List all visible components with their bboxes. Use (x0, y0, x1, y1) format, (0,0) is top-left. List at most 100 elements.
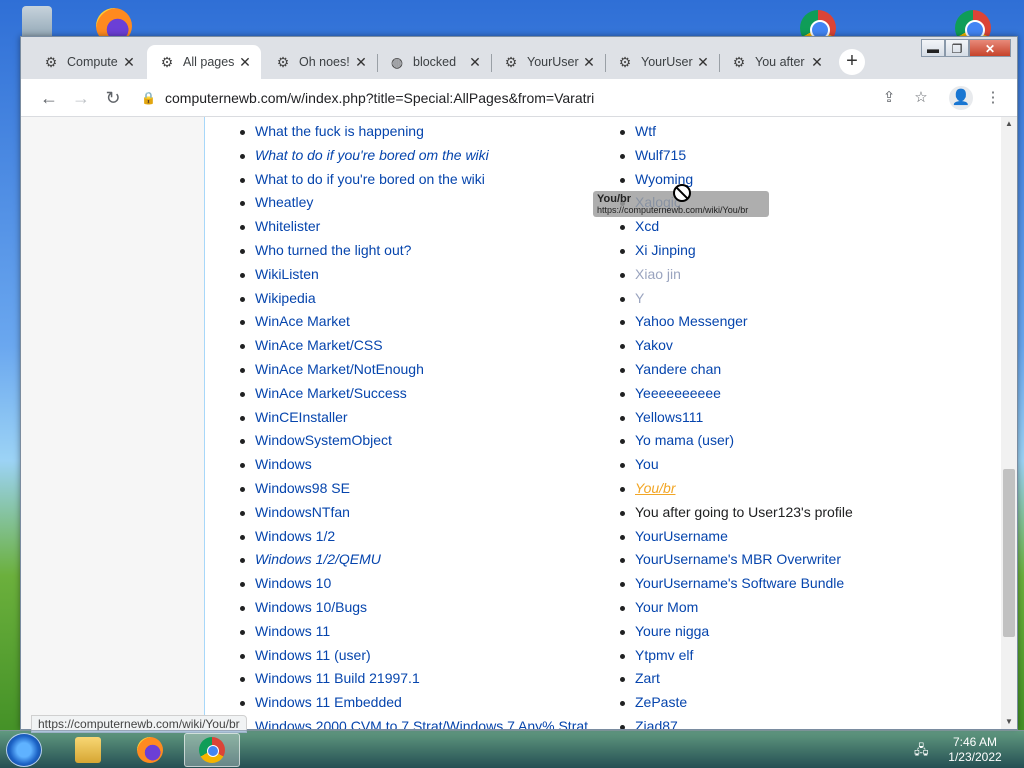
reload-button[interactable]: ↻ (101, 86, 125, 110)
page-link[interactable]: Y (635, 290, 644, 306)
page-link[interactable]: WikiListen (255, 266, 319, 282)
page-link[interactable]: Wtf (635, 123, 656, 139)
close-window-button[interactable]: ✕ (969, 39, 1011, 57)
profile-icon[interactable]: 👤 (949, 86, 973, 110)
page-link[interactable]: What to do if you're bored om the wiki (255, 147, 489, 163)
list-item: Xiao jin (612, 263, 853, 287)
close-icon[interactable]: ✕ (695, 54, 711, 71)
page-link[interactable]: Wulf715 (635, 147, 686, 163)
page-link[interactable]: Who turned the light out? (255, 242, 411, 258)
tab-7[interactable]: ⚙ You after ✕ (719, 45, 833, 79)
list-item: Ytpmv elf (612, 644, 853, 668)
bookmark-star-icon[interactable]: ☆ (909, 86, 933, 110)
page-link[interactable]: What the fuck is happening (255, 123, 424, 139)
close-icon[interactable]: ✕ (237, 54, 253, 71)
network-icon[interactable]: 🖧 (914, 741, 932, 757)
page-link[interactable]: Ytpmv elf (635, 647, 693, 663)
tab-3[interactable]: ⚙ Oh noes! ✕ (263, 45, 377, 79)
back-button[interactable]: ← (37, 86, 61, 110)
share-icon[interactable]: ⇪ (877, 86, 901, 110)
page-link[interactable]: Xiao jin (635, 266, 681, 282)
page-link[interactable]: Xi Jinping (635, 242, 696, 258)
scroll-up-arrow-icon[interactable]: ▲ (1001, 117, 1017, 131)
maximize-button[interactable]: ❐ (945, 39, 969, 57)
recycle-bin-icon[interactable] (22, 6, 52, 40)
page-link[interactable]: Wheatley (255, 194, 313, 210)
page-link[interactable]: Windows (255, 456, 312, 472)
vertical-scrollbar[interactable]: ▲ ▼ (1001, 117, 1017, 729)
list-item: Wheatley (232, 191, 588, 215)
page-link[interactable]: Ziad87 (635, 718, 678, 729)
scroll-down-arrow-icon[interactable]: ▼ (1001, 715, 1017, 729)
page-link[interactable]: WinAce Market/Success (255, 385, 407, 401)
minimize-button[interactable]: ▬ (921, 39, 945, 57)
list-item: WinAce Market/NotEnough (232, 358, 588, 382)
tab-1[interactable]: ⚙ Compute ✕ (31, 45, 145, 79)
page-link[interactable]: Windows98 SE (255, 480, 350, 496)
page-link[interactable]: You (635, 456, 659, 472)
page-link[interactable]: Windows 10 (255, 575, 331, 591)
close-icon[interactable]: ✕ (353, 54, 369, 71)
page-link[interactable]: Xcd (635, 218, 659, 234)
page-link[interactable]: Youre nigga (635, 623, 709, 639)
tab-6[interactable]: ⚙ YourUser ✕ (605, 45, 719, 79)
page-link[interactable]: You after going to User123's profile (635, 504, 853, 520)
taskbar-explorer[interactable] (60, 733, 116, 767)
page-link[interactable]: Windows 11 Build 21997.1 (255, 670, 420, 686)
page-link[interactable]: Windows 10/Bugs (255, 599, 367, 615)
page-link[interactable]: Yeeeeeeeeee (635, 385, 721, 401)
page-link[interactable]: Windows 2000 CVM to 7 Strat/Windows 7 An… (255, 718, 588, 729)
page-link[interactable]: You/br (635, 480, 675, 496)
page-link[interactable]: Yakov (635, 337, 673, 353)
page-link[interactable]: What to do if you're bored on the wiki (255, 171, 485, 187)
list-item: Youre nigga (612, 620, 853, 644)
taskbar-chrome[interactable] (184, 733, 240, 767)
page-link[interactable]: Windows 11 (user) (255, 647, 371, 663)
page-link[interactable]: WindowSystemObject (255, 432, 392, 448)
list-item: ZePaste (612, 691, 853, 715)
new-tab-button[interactable]: + (839, 49, 865, 75)
page-link[interactable]: Windows 1/2 (255, 528, 335, 544)
lock-icon[interactable]: 🔒 (141, 91, 156, 105)
page-link[interactable]: YourUsername's MBR Overwriter (635, 551, 841, 567)
start-button[interactable] (6, 733, 42, 767)
page-link[interactable]: Yandere chan (635, 361, 721, 377)
close-icon[interactable]: ✕ (809, 54, 825, 71)
page-link[interactable]: Windows 11 Embedded (255, 694, 402, 710)
menu-icon[interactable]: ⋮ (981, 86, 1005, 110)
page-link[interactable]: Yellows111 (635, 409, 703, 425)
page-link[interactable]: WinAce Market/CSS (255, 337, 383, 353)
page-link[interactable]: WinAce Market (255, 313, 350, 329)
page-link[interactable]: Windows 11 (255, 623, 330, 639)
tab-4[interactable]: ◍ blocked ✕ (377, 45, 491, 79)
page-link[interactable]: WinAce Market/NotEnough (255, 361, 424, 377)
forward-button[interactable]: → (69, 86, 93, 110)
list-item: What to do if you're bored on the wiki (232, 168, 588, 192)
page-link[interactable]: YourUsername (635, 528, 728, 544)
tab-2[interactable]: ⚙ All pages ✕ (147, 45, 261, 79)
page-link[interactable]: ZePaste (635, 694, 687, 710)
page-link[interactable]: Your Mom (635, 599, 698, 615)
page-link[interactable]: Yo mama (user) (635, 432, 734, 448)
list-item: WinAce Market/Success (232, 382, 588, 406)
system-clock[interactable]: 7:46 AM 1/23/2022 (940, 735, 1010, 765)
page-link[interactable]: Wikipedia (255, 290, 316, 306)
page-link[interactable]: Yahoo Messenger (635, 313, 748, 329)
taskbar-firefox[interactable] (122, 733, 178, 767)
page-link[interactable]: Windows 1/2/QEMU (255, 551, 381, 567)
page-link[interactable]: YourUsername's Software Bundle (635, 575, 844, 591)
scrollbar-thumb[interactable] (1003, 469, 1015, 637)
address-bar[interactable]: 🔒 computernewb.com/w/index.php?title=Spe… (141, 84, 921, 112)
page-link[interactable]: WinCEInstaller (255, 409, 348, 425)
tab-5[interactable]: ⚙ YourUser ✕ (491, 45, 605, 79)
page-link[interactable]: Whitelister (255, 218, 320, 234)
close-icon[interactable]: ✕ (581, 54, 597, 71)
puzzle-icon: ⚙ (276, 54, 290, 70)
close-icon[interactable]: ✕ (121, 54, 137, 71)
window-controls: ▬ ❐ ✕ (921, 39, 1011, 57)
list-item: Wulf715 (612, 144, 853, 168)
page-link[interactable]: Zart (635, 670, 660, 686)
page-link[interactable]: WindowsNTfan (255, 504, 350, 520)
tooltip-url: https://computernewb.com/wiki/You/br (597, 205, 749, 215)
close-icon[interactable]: ✕ (467, 54, 483, 71)
